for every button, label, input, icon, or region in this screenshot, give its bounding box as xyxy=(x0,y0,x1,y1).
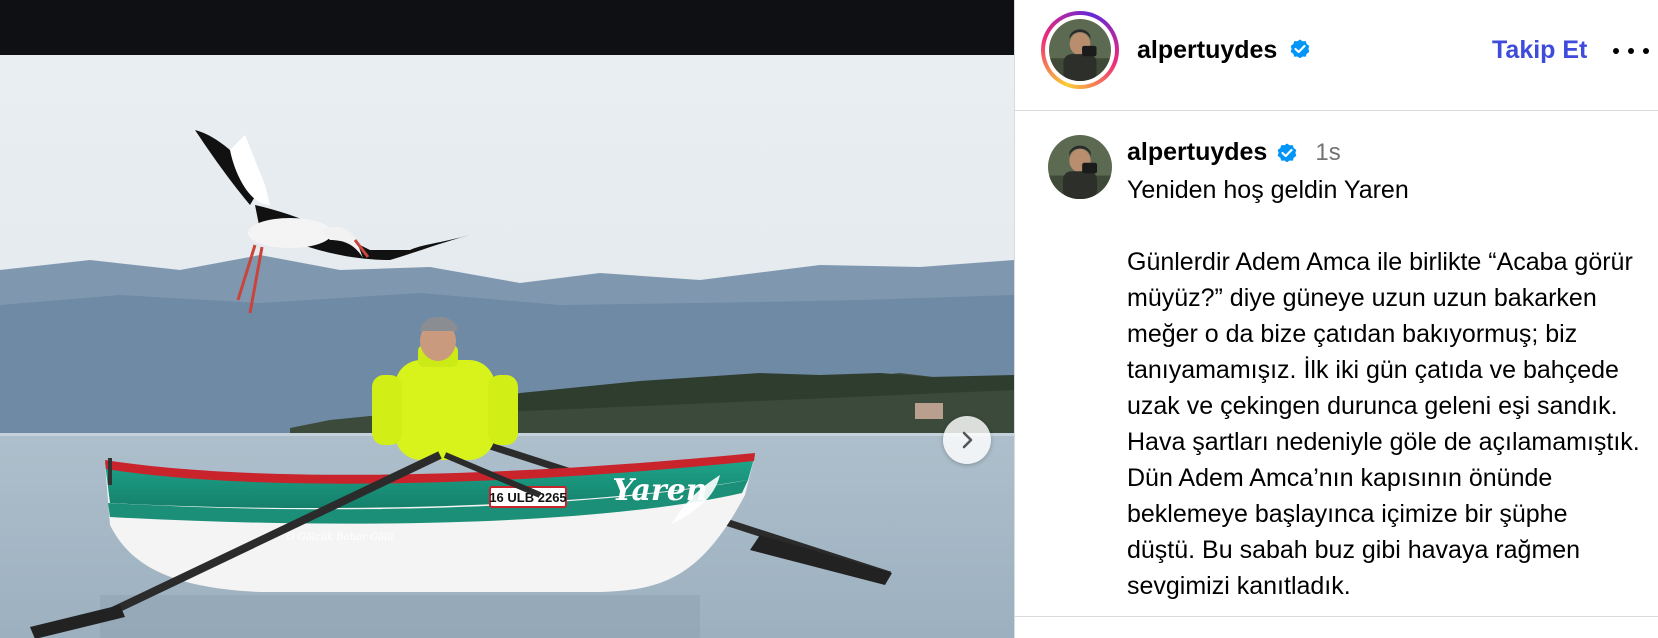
caption-timestamp[interactable]: 1s xyxy=(1315,139,1340,167)
more-options-button[interactable] xyxy=(1613,38,1649,64)
boat-side-text: O Gölcük Bahar Gölü xyxy=(286,532,393,543)
header-avatar[interactable] xyxy=(1041,11,1119,89)
post-sidebar: alpertuydes Takip Et alpertuydes 1s Yeni… xyxy=(1014,0,1658,638)
next-media-button[interactable] xyxy=(943,416,991,464)
header-username[interactable]: alpertuydes xyxy=(1137,36,1312,65)
post-header: alpertuydes Takip Et xyxy=(1015,0,1658,111)
comments-divider xyxy=(1015,616,1658,617)
caption-avatar[interactable] xyxy=(1048,135,1112,199)
caption-username[interactable]: alpertuydes xyxy=(1127,138,1267,167)
caption-area: alpertuydes 1s Yeniden hoş geldin Yaren … xyxy=(1015,112,1658,612)
verified-badge-icon xyxy=(1278,143,1297,162)
post-photo[interactable]: 16 ULB 2265 Yaren O Gölcük Bahar Gölü xyxy=(0,55,1014,638)
header-username-text[interactable]: alpertuydes xyxy=(1137,36,1277,64)
stork-boat-photo: 16 ULB 2265 Yaren O Gölcük Bahar Gölü xyxy=(0,55,1014,638)
post-media: 16 ULB 2265 Yaren O Gölcük Bahar Gölü xyxy=(0,0,1014,638)
media-top-bar xyxy=(0,0,1014,55)
caption-text: Yeniden hoş geldin Yaren Günlerdir Adem … xyxy=(1127,176,1640,600)
caption-header: alpertuydes 1s xyxy=(1127,138,1341,167)
verified-badge-icon xyxy=(1290,39,1310,59)
follow-button[interactable]: Takip Et xyxy=(1492,36,1587,65)
avatar-photo xyxy=(1048,135,1112,199)
chevron-right-icon xyxy=(962,431,973,449)
avatar-photo xyxy=(1049,19,1111,81)
more-dots-icon xyxy=(1613,48,1619,54)
